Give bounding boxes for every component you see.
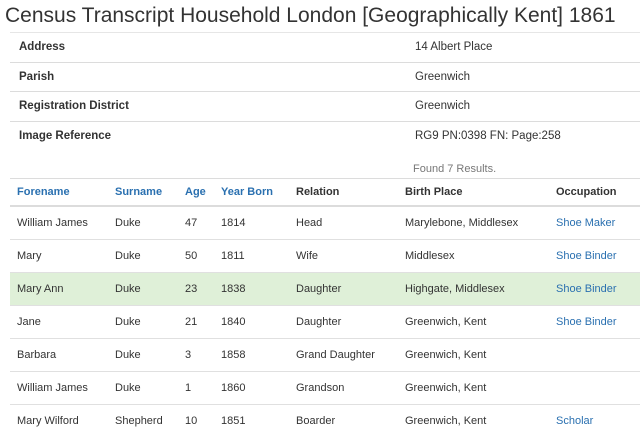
cell-surname: Duke <box>108 239 178 273</box>
cell-birth-place: Greenwich, Kent <box>398 305 549 339</box>
table-row: William James Duke 47 1814 Head Marylebo… <box>10 205 640 240</box>
cell-surname: Shepherd <box>108 404 178 437</box>
cell-occupation: Shoe Binder <box>549 272 640 306</box>
cell-age: 50 <box>178 239 214 273</box>
cell-year-born: 1838 <box>214 272 289 306</box>
cell-age: 23 <box>178 272 214 306</box>
info-label: Registration District <box>10 91 404 121</box>
info-value: 14 Albert Place <box>404 32 640 62</box>
cell-relation: Daughter <box>289 305 398 339</box>
cell-relation: Grandson <box>289 371 398 405</box>
table-row: Mary Wilford Shepherd 10 1851 Boarder Gr… <box>10 404 640 437</box>
cell-birth-place: Marylebone, Middlesex <box>398 205 549 240</box>
cell-age: 47 <box>178 205 214 240</box>
column-header-surname[interactable]: Surname <box>108 178 178 207</box>
occupation-link[interactable]: Shoe Maker <box>556 217 615 229</box>
cell-year-born: 1814 <box>214 205 289 240</box>
cell-birth-place: Middlesex <box>398 239 549 273</box>
cell-occupation: Shoe Binder <box>549 239 640 273</box>
cell-year-born: 1840 <box>214 305 289 339</box>
info-row-registration-district: Registration District Greenwich <box>10 91 640 121</box>
table-row-highlighted: Mary Ann Duke 23 1838 Daughter Highgate,… <box>10 272 640 306</box>
column-header-age[interactable]: Age <box>178 178 214 207</box>
column-header-forename[interactable]: Forename <box>10 178 108 207</box>
cell-surname: Duke <box>108 205 178 240</box>
cell-forename: Mary Ann <box>10 272 108 306</box>
info-value: RG9 PN:0398 FN: Page:258 <box>404 120 640 150</box>
info-row-address: Address 14 Albert Place <box>10 32 640 62</box>
cell-forename: William James <box>10 205 108 240</box>
cell-year-born: 1858 <box>214 338 289 372</box>
cell-forename: Jane <box>10 305 108 339</box>
cell-relation: Boarder <box>289 404 398 437</box>
cell-surname: Duke <box>108 371 178 405</box>
info-value: Greenwich <box>404 61 640 92</box>
cell-year-born: 1860 <box>214 371 289 405</box>
page-title: Census Transcript Household London [Geog… <box>5 4 616 27</box>
occupation-link[interactable]: Shoe Binder <box>556 283 617 295</box>
table-row: Jane Duke 21 1840 Daughter Greenwich, Ke… <box>10 305 640 339</box>
cell-occupation: Shoe Binder <box>549 305 640 339</box>
cell-relation: Daughter <box>289 272 398 306</box>
cell-relation: Grand Daughter <box>289 338 398 372</box>
column-header-relation: Relation <box>289 178 398 207</box>
cell-occupation: Scholar <box>549 404 640 437</box>
column-header-birth-place: Birth Place <box>398 178 549 207</box>
cell-age: 21 <box>178 305 214 339</box>
cell-birth-place: Greenwich, Kent <box>398 371 549 405</box>
table-row: Mary Duke 50 1811 Wife Middlesex Shoe Bi… <box>10 239 640 273</box>
household-info-table: Address 14 Albert Place Parish Greenwich… <box>10 32 640 150</box>
cell-forename: William James <box>10 371 108 405</box>
cell-birth-place: Greenwich, Kent <box>398 338 549 372</box>
cell-occupation <box>549 338 640 372</box>
cell-age: 10 <box>178 404 214 437</box>
cell-age: 1 <box>178 371 214 405</box>
cell-occupation: Shoe Maker <box>549 205 640 240</box>
column-header-year-born[interactable]: Year Born <box>214 178 289 207</box>
info-row-parish: Parish Greenwich <box>10 61 640 92</box>
cell-age: 3 <box>178 338 214 372</box>
info-label: Image Reference <box>10 120 404 150</box>
table-row: Barbara Duke 3 1858 Grand Daughter Green… <box>10 338 640 372</box>
info-label: Address <box>10 32 404 62</box>
cell-surname: Duke <box>108 338 178 372</box>
occupation-link[interactable]: Shoe Binder <box>556 250 617 262</box>
results-count: Found 7 Results. <box>413 163 497 175</box>
cell-year-born: 1851 <box>214 404 289 437</box>
cell-relation: Head <box>289 205 398 240</box>
cell-birth-place: Greenwich, Kent <box>398 404 549 437</box>
info-row-image-reference: Image Reference RG9 PN:0398 FN: Page:258 <box>10 120 640 150</box>
info-value: Greenwich <box>404 91 640 121</box>
cell-relation: Wife <box>289 239 398 273</box>
info-label: Parish <box>10 61 404 92</box>
table-row: William James Duke 1 1860 Grandson Green… <box>10 371 640 405</box>
cell-surname: Duke <box>108 272 178 306</box>
cell-birth-place: Highgate, Middlesex <box>398 272 549 306</box>
occupation-link[interactable]: Shoe Binder <box>556 316 617 328</box>
cell-forename: Mary Wilford <box>10 404 108 437</box>
cell-forename: Barbara <box>10 338 108 372</box>
column-header-occupation: Occupation <box>549 178 640 207</box>
cell-year-born: 1811 <box>214 239 289 273</box>
occupation-link[interactable]: Scholar <box>556 415 593 427</box>
cell-occupation <box>549 371 640 405</box>
cell-forename: Mary <box>10 239 108 273</box>
results-table: Forename Surname Age Year Born Relation … <box>10 178 640 437</box>
results-header-row: Forename Surname Age Year Born Relation … <box>10 178 640 207</box>
cell-surname: Duke <box>108 305 178 339</box>
